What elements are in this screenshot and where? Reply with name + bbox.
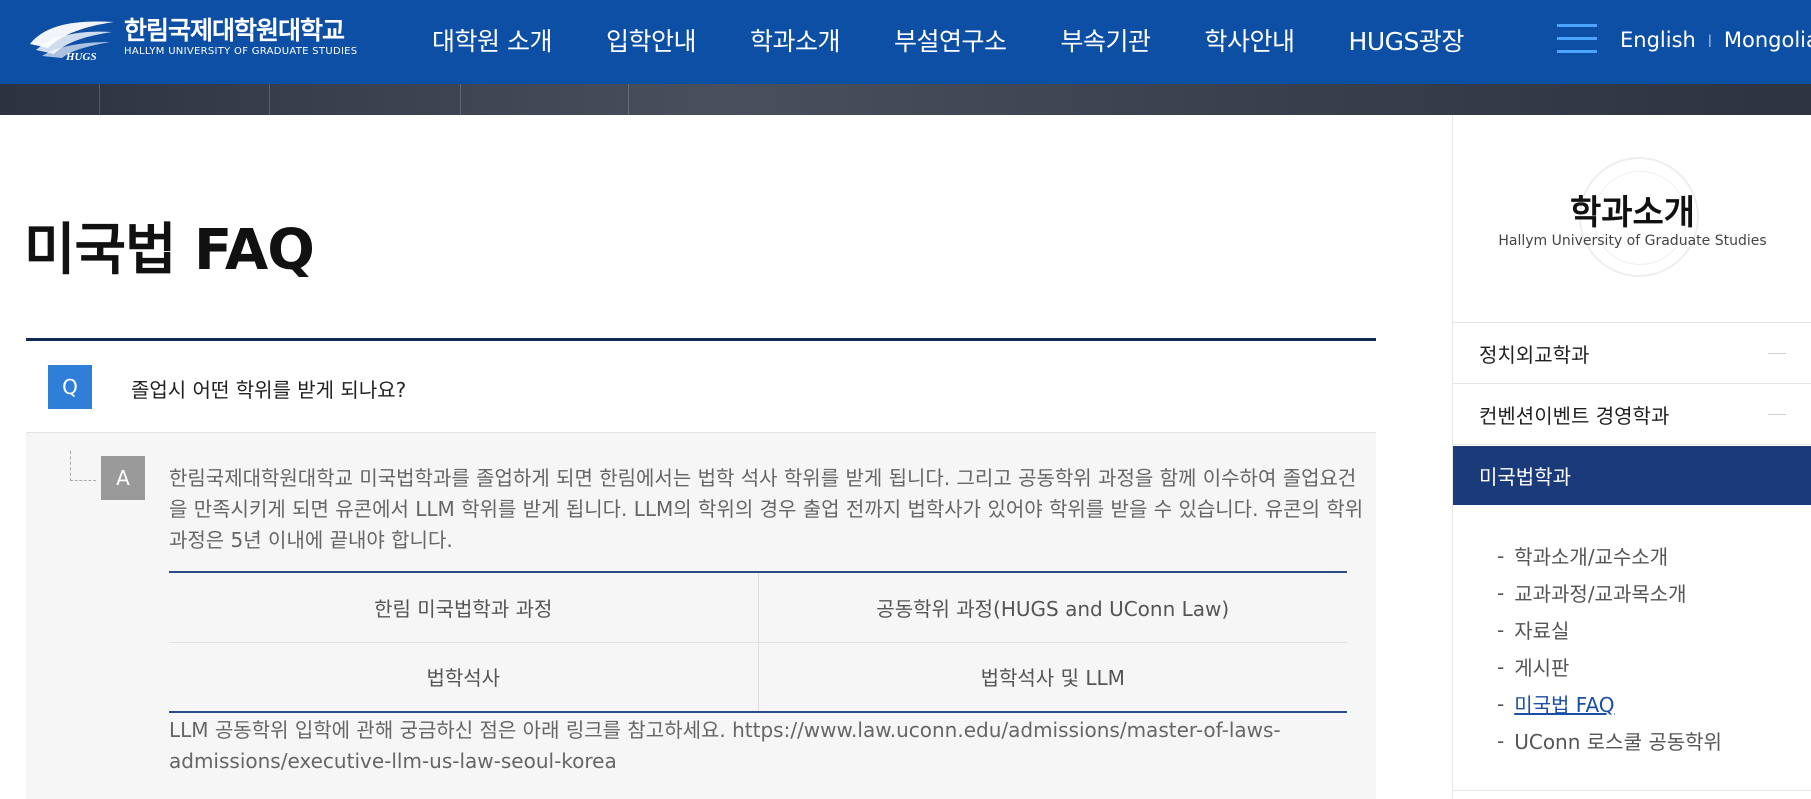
answer-text: 한림국제대학원대학교 미국법학과를 졸업하게 되면 한림에서는 법학 석사 학위… [169, 466, 1364, 552]
sidebar-subtitle: Hallym University of Graduate Studies [1498, 233, 1767, 249]
table-row: 법학석사 법학석사 및 LLM [169, 642, 1347, 713]
sub-item-curriculum[interactable]: - 교과과정/교과목소개 [1497, 574, 1797, 611]
table-cell: 법학석사 [169, 642, 759, 713]
sub-item-uconn-joint-degree[interactable]: - UConn 로스쿨 공동학위 [1497, 722, 1797, 759]
site-logo[interactable]: HUGS 한림국제대학원대학교 HALLYM UNIVERSITY OF GRA… [26, 14, 368, 63]
breadcrumb-strip [0, 84, 1811, 115]
sidebar-item-american-law[interactable]: 미국법학과 [1453, 446, 1811, 505]
collapse-dash-icon [1768, 414, 1786, 415]
site-header: HUGS 한림국제대학원대학교 HALLYM UNIVERSITY OF GRA… [0, 0, 1811, 84]
sidebar-item-political-science[interactable]: 정치외교학과 [1453, 323, 1811, 384]
sidebar-item-label: 미국법학과 [1479, 465, 1571, 489]
answer-connector [70, 451, 96, 481]
question-badge: Q [48, 365, 92, 409]
svg-text:HUGS: HUGS [65, 51, 97, 62]
nav-item-about[interactable]: 대학원 소개 [432, 22, 552, 58]
language-switcher: English | Mongolian [1620, 0, 1811, 80]
lang-english-link[interactable]: English [1620, 28, 1696, 52]
table-cell: 한림 미국법학과 과정 [169, 571, 759, 643]
sidebar-bottom-divider [1453, 790, 1811, 791]
sub-item-american-law-faq[interactable]: - 미국법 FAQ [1497, 685, 1797, 722]
sidebar: 학과소개 Hallym University of Graduate Studi… [1452, 115, 1811, 799]
faq-question-row[interactable]: Q 졸업시 어떤 학위를 받게 되나요? [26, 342, 1376, 433]
nav-item-institutes[interactable]: 부설연구소 [894, 22, 1007, 58]
logo-korean-name: 한림국제대학원대학교 [124, 16, 345, 45]
main-nav: 대학원 소개 입학안내 학과소개 부설연구소 부속기관 학사안내 HUGS광장 [432, 0, 1518, 80]
answer-badge: A [101, 456, 145, 500]
table-row: 한림 미국법학과 과정 공동학위 과정(HUGS and UConn Law) [169, 571, 1347, 643]
sub-item-intro-faculty[interactable]: - 학과소개/교수소개 [1497, 537, 1797, 574]
lang-mongolian-link[interactable]: Mongolian [1724, 28, 1811, 52]
sidebar-item-label: 컨벤션이벤트 경영학과 [1479, 403, 1670, 428]
hugs-logo-icon: HUGS [26, 14, 118, 63]
logo-english-name: HALLYM UNIVERSITY OF GRADUATE STUDIES [124, 46, 358, 57]
answer-note-with-link: LLM 공동학위 입학에 관해 궁금하신 점은 아래 링크를 참고하세요. ht… [169, 718, 1281, 773]
question-text: 졸업시 어떤 학위를 받게 되나요? [131, 378, 407, 402]
sidebar-item-convention-event[interactable]: 컨벤션이벤트 경영학과 [1453, 384, 1811, 445]
nav-item-admissions[interactable]: 입학안내 [606, 22, 697, 58]
sidebar-title: 학과소개 [1569, 193, 1696, 233]
sidebar-item-label: 정치외교학과 [1479, 342, 1590, 367]
degree-comparison-table: 한림 미국법학과 과정 공동학위 과정(HUGS and UConn Law) … [169, 571, 1347, 713]
nav-item-hugs-plaza[interactable]: HUGS광장 [1349, 22, 1465, 58]
sub-item-board[interactable]: - 게시판 [1497, 648, 1797, 685]
sidebar-sub-list: - 학과소개/교수소개 - 교과과정/교과목소개 - 자료실 - 게시판 - 미국법 FA… [1497, 537, 1797, 759]
lang-separator: | [1707, 33, 1712, 47]
page-title: 미국법 FAQ [24, 218, 315, 283]
menu-hamburger-icon[interactable] [1557, 24, 1597, 54]
nav-item-affiliates[interactable]: 부속기관 [1061, 22, 1152, 58]
nav-item-academics[interactable]: 학사안내 [1205, 22, 1296, 58]
table-cell: 공동학위 과정(HUGS and UConn Law) [758, 571, 1347, 643]
sub-item-resources[interactable]: - 자료실 [1497, 611, 1797, 648]
nav-item-departments[interactable]: 학과소개 [750, 22, 841, 58]
title-divider [26, 338, 1376, 341]
table-cell: 법학석사 및 LLM [758, 642, 1347, 713]
faq-answer-panel: A 한림국제대학원대학교 미국법학과를 졸업하게 되면 한림에서는 법학 석사 … [26, 433, 1376, 799]
sidebar-header: 학과소개 Hallym University of Graduate Studi… [1453, 115, 1811, 323]
collapse-dash-icon [1768, 353, 1786, 354]
